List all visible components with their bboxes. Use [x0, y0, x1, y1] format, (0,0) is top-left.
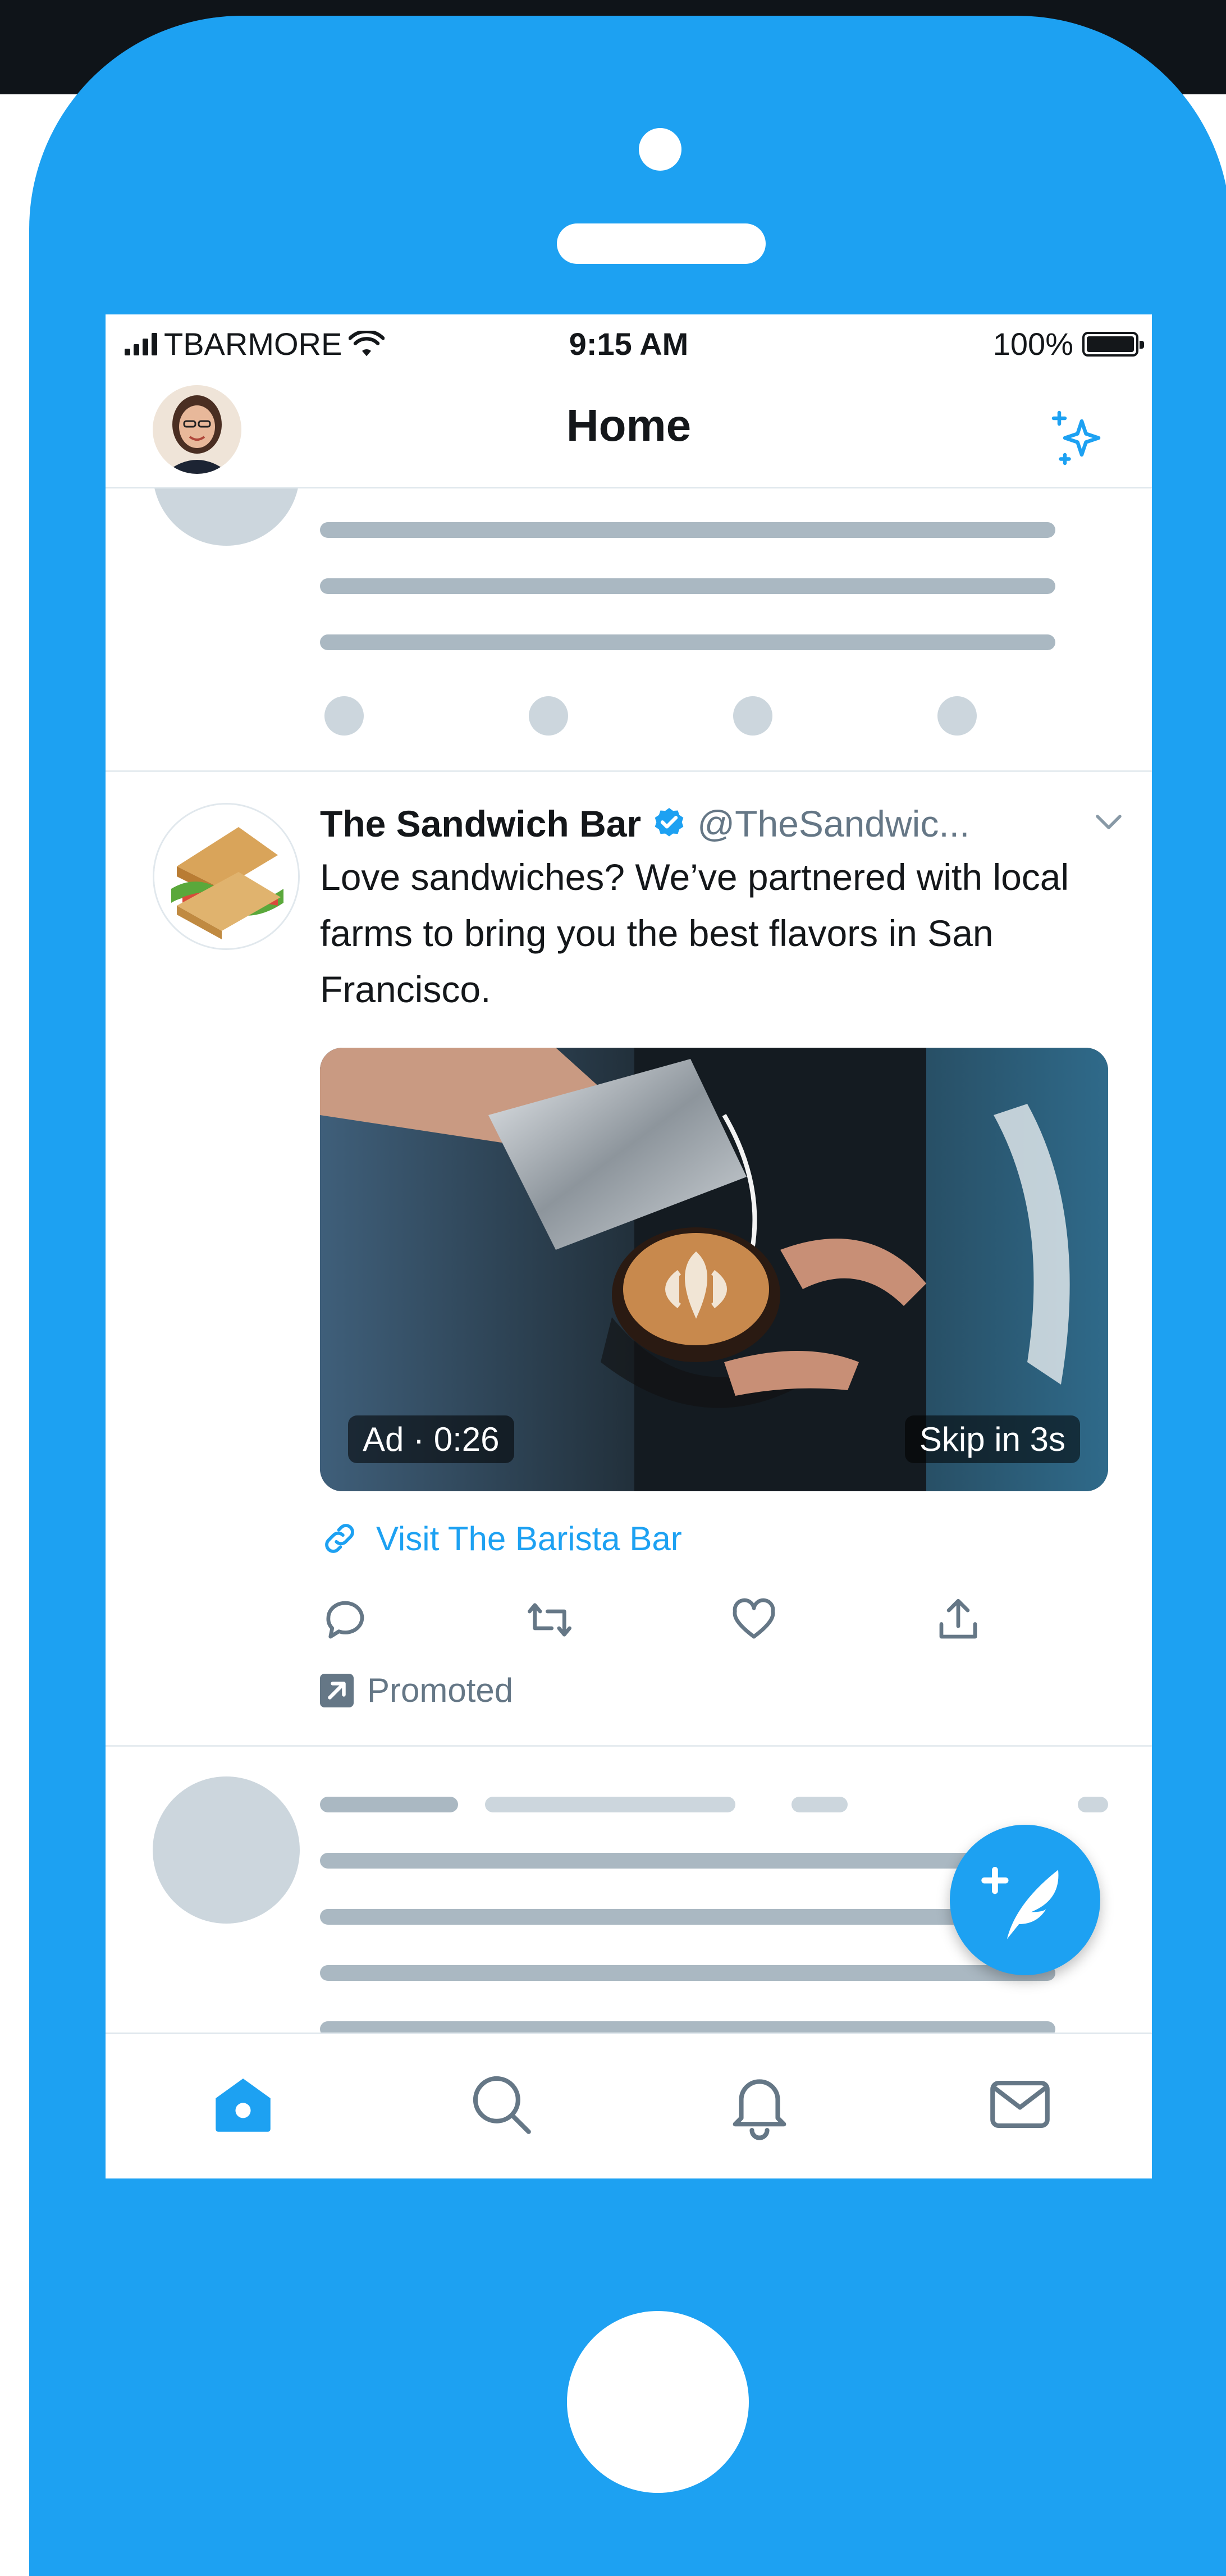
author-name[interactable]: The Sandwich Bar: [320, 802, 641, 845]
ad-timer-badge: Ad · 0:26: [348, 1415, 514, 1463]
skeleton-action-dot: [733, 696, 772, 736]
promoted-indicator: Promoted: [320, 1671, 513, 1710]
tweet-author-avatar[interactable]: [153, 803, 300, 950]
skeleton-line: [320, 1909, 1055, 1925]
skeleton-action-dot: [324, 696, 364, 736]
tweet-text: Love sandwiches? We’ve partnered with lo…: [320, 856, 1069, 1010]
skeleton-line: [320, 1853, 1055, 1869]
tweet-header: The Sandwich Bar @TheSandwic...: [320, 798, 1123, 849]
website-link-label: Visit The Barista Bar: [376, 1519, 682, 1558]
retweet-icon[interactable]: [524, 1595, 575, 1645]
tab-search-icon[interactable]: [465, 2068, 538, 2141]
website-link[interactable]: Visit The Barista Bar: [320, 1510, 682, 1566]
verified-badge-icon: [655, 808, 684, 837]
bottom-tab-bar: [106, 2033, 1152, 2178]
phone-screen: TBARMORE 9:15 AM 100% Home The Sandwich …: [106, 314, 1152, 2178]
reply-icon[interactable]: [320, 1595, 370, 1645]
share-icon[interactable]: [933, 1595, 983, 1645]
promoted-label: Promoted: [367, 1671, 514, 1709]
sandwich-image: [154, 805, 298, 948]
promoted-arrow-icon: [320, 1673, 354, 1707]
tweet-actions: [320, 1595, 1108, 1651]
like-heart-icon[interactable]: [729, 1595, 779, 1645]
battery-percent: 100%: [992, 326, 1073, 362]
skeleton-line: [320, 1965, 1055, 1981]
divider: [106, 770, 1152, 772]
tab-notifications-icon[interactable]: [723, 2068, 796, 2141]
skeleton-line: [320, 578, 1055, 594]
compose-tweet-button[interactable]: [950, 1825, 1100, 1975]
chevron-down-icon[interactable]: [1095, 811, 1123, 833]
battery-icon: [1082, 331, 1144, 357]
tab-messages-icon[interactable]: [983, 2068, 1056, 2141]
divider: [106, 1745, 1152, 1747]
status-right: 100%: [992, 326, 1144, 362]
skeleton-line: [320, 1797, 458, 1812]
skeleton-action-dot: [529, 696, 568, 736]
skeleton-avatar-bottom: [153, 1776, 300, 1924]
skeleton-line: [792, 1797, 848, 1812]
skip-ad-button[interactable]: Skip in 3s: [904, 1415, 1080, 1463]
skeleton-line: [485, 1797, 735, 1812]
page-title: Home: [566, 400, 692, 450]
nav-header: Home: [106, 371, 1152, 488]
phone-speaker: [557, 223, 766, 264]
link-icon: [325, 1524, 354, 1553]
compose-feather-icon: [981, 1867, 1059, 1939]
status-bar: TBARMORE 9:15 AM 100%: [106, 314, 1152, 371]
skeleton-line: [320, 634, 1055, 650]
skeleton-line: [320, 522, 1055, 538]
phone-home-button[interactable]: [567, 2311, 749, 2493]
tab-home-icon[interactable]: [207, 2068, 280, 2141]
author-handle[interactable]: @TheSandwic...: [697, 802, 969, 845]
sparkle-icon[interactable]: [1045, 404, 1113, 472]
skeleton-line: [1078, 1797, 1108, 1812]
video-media[interactable]: Ad · 0:26 Skip in 3s: [320, 1048, 1108, 1491]
skeleton-action-dot: [937, 696, 977, 736]
phone-camera: [639, 128, 681, 171]
